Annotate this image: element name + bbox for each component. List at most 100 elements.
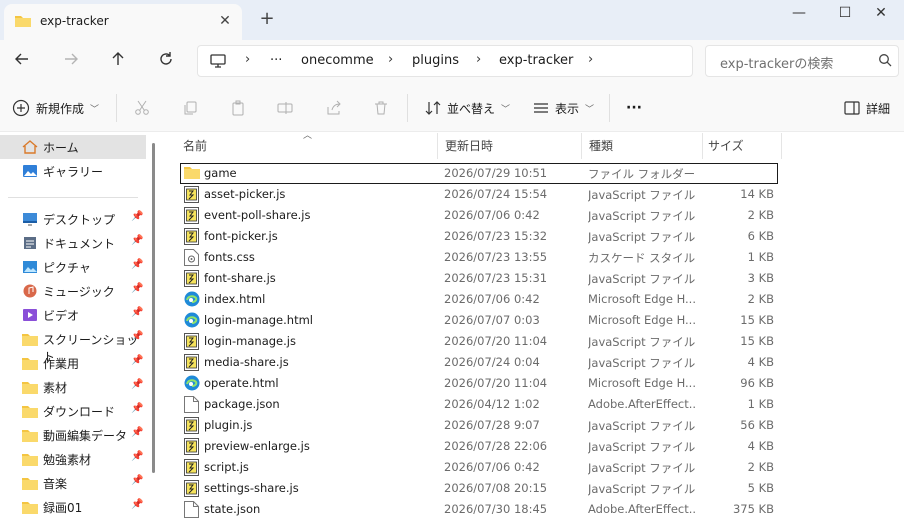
file-row[interactable]: asset-picker.js 2026/07/24 15:54 JavaScrip… xyxy=(180,184,778,205)
breadcrumb-exp-tracker[interactable]: exp-tracker xyxy=(499,53,573,68)
delete-icon[interactable] xyxy=(373,96,389,120)
pin-icon[interactable]: 📌 xyxy=(131,403,143,414)
minimize-button[interactable]: — xyxy=(776,0,822,30)
computer-icon[interactable] xyxy=(210,54,226,71)
column-header-type[interactable]: 種類 xyxy=(589,137,613,154)
pin-icon[interactable]: 📌 xyxy=(131,331,143,342)
file-row[interactable]: font-picker.js 2026/07/23 15:32 JavaScript… xyxy=(180,226,778,247)
pin-icon[interactable]: 📌 xyxy=(131,211,143,222)
sidebar-item-pinned[interactable]: 勉強素材 📌 xyxy=(0,447,146,471)
tab-exp-tracker[interactable]: exp-tracker ✕ xyxy=(4,4,242,40)
search-icon[interactable] xyxy=(878,53,892,70)
file-name: operate.html xyxy=(204,376,279,390)
file-row[interactable]: login-manage.js 2026/07/20 11:04 JavaScrip… xyxy=(180,331,778,352)
chevron-right-icon[interactable]: › xyxy=(588,52,593,67)
sidebar-item-pinned[interactable]: ミュージック 📌 xyxy=(0,279,146,303)
sidebar-item-gallery[interactable]: ギャラリー xyxy=(0,159,146,183)
more-options-button[interactable]: ··· xyxy=(626,96,642,120)
file-row[interactable]: package.json 2026/04/12 1:02 Adobe.AfterEf… xyxy=(180,394,778,415)
file-row[interactable]: state.json 2026/07/30 18:45 Adobe.AfterEff… xyxy=(180,499,778,518)
forward-arrow-icon[interactable] xyxy=(57,50,85,74)
sidebar-item-pinned[interactable]: デスクトップ 📌 xyxy=(0,207,146,231)
file-date: 2026/07/24 15:54 xyxy=(444,187,548,201)
copy-icon[interactable] xyxy=(182,96,198,120)
sidebar-item-pinned[interactable]: ピクチャ 📌 xyxy=(0,255,146,279)
sidebar-item-label: ミュージック xyxy=(43,285,115,299)
pin-icon[interactable]: 📌 xyxy=(131,451,143,462)
new-button[interactable]: 新規作成 ﹀ xyxy=(12,96,99,120)
file-size: 1 KB xyxy=(747,250,774,264)
address-bar[interactable]: › ··· onecomme › plugins › exp-tracker › xyxy=(197,45,693,77)
pin-icon[interactable]: 📌 xyxy=(131,235,143,246)
view-button[interactable]: 表示 ﹀ xyxy=(533,96,594,120)
pin-icon[interactable]: 📌 xyxy=(131,475,143,486)
file-type: JavaScript ファイル xyxy=(588,209,696,223)
file-row[interactable]: login-manage.html 2026/07/07 0:03 Microsof… xyxy=(180,310,778,331)
details-button[interactable]: 詳細 xyxy=(844,96,890,120)
file-row[interactable]: font-share.js 2026/07/23 15:31 JavaScript … xyxy=(180,268,778,289)
chevron-right-icon[interactable]: › xyxy=(245,52,250,67)
file-row[interactable]: game 2026/07/29 10:51 ファイル フォルダー xyxy=(180,163,778,184)
sidebar-item-pinned[interactable]: 素材 📌 xyxy=(0,375,146,399)
sidebar-item-pinned[interactable]: スクリーンショット 📌 xyxy=(0,327,146,364)
file-name: settings-share.js xyxy=(204,481,299,495)
pin-icon[interactable]: 📌 xyxy=(131,259,143,270)
file-type: JavaScript ファイル xyxy=(588,335,696,349)
column-separator[interactable] xyxy=(781,133,782,159)
chevron-right-icon[interactable]: › xyxy=(476,52,481,67)
file-row[interactable]: fonts.css 2026/07/23 13:55 カスケード スタイル シ...… xyxy=(180,247,778,268)
breadcrumb-onecomme[interactable]: onecomme xyxy=(301,53,374,68)
paste-icon[interactable] xyxy=(230,96,246,120)
file-type: Microsoft Edge H... xyxy=(588,376,696,390)
new-tab-button[interactable]: + xyxy=(257,9,277,29)
file-date: 2026/04/12 1:02 xyxy=(444,397,540,411)
pin-icon[interactable]: 📌 xyxy=(131,355,143,366)
file-row[interactable]: preview-enlarge.js 2026/07/28 22:06 JavaSc… xyxy=(180,436,778,457)
refresh-icon[interactable] xyxy=(152,50,180,74)
file-row[interactable]: plugin.js 2026/07/28 9:07 JavaScript ファイル 5… xyxy=(180,415,778,436)
column-separator[interactable] xyxy=(437,133,438,159)
search-box[interactable]: exp-trackerの検索 xyxy=(705,45,899,77)
breadcrumb-ellipsis[interactable]: ··· xyxy=(270,53,282,68)
column-header-size[interactable]: サイズ xyxy=(708,137,744,154)
pin-icon[interactable]: 📌 xyxy=(131,379,143,390)
share-icon[interactable] xyxy=(326,96,342,120)
file-type: カスケード スタイル シ... xyxy=(588,251,696,265)
breadcrumb-plugins[interactable]: plugins xyxy=(412,53,459,68)
column-header-name[interactable]: 名前 xyxy=(183,137,207,154)
sidebar-item-pinned[interactable]: 音楽 📌 xyxy=(0,471,146,495)
file-row[interactable]: event-poll-share.js 2026/07/06 0:42 JavaSc… xyxy=(180,205,778,226)
cut-icon[interactable] xyxy=(134,96,150,120)
search-input[interactable]: exp-trackerの検索 xyxy=(720,53,833,72)
file-row[interactable]: index.html 2026/07/06 0:42 Microsoft Edge … xyxy=(180,289,778,310)
tab-close-icon[interactable]: ✕ xyxy=(216,12,234,30)
file-date: 2026/07/30 18:45 xyxy=(444,502,548,516)
column-separator[interactable] xyxy=(702,133,703,159)
sidebar-item-pinned[interactable]: ビデオ 📌 xyxy=(0,303,146,327)
file-name: event-poll-share.js xyxy=(204,208,311,222)
sidebar-item-pinned[interactable]: ダウンロード 📌 xyxy=(0,399,146,423)
pin-icon[interactable]: 📌 xyxy=(131,307,143,318)
sidebar-item-pinned[interactable]: 作業用 📌 xyxy=(0,351,146,375)
close-window-button[interactable]: ✕ xyxy=(858,0,904,30)
pin-icon[interactable]: 📌 xyxy=(131,499,143,510)
sidebar-item-home[interactable]: ホーム xyxy=(0,135,146,159)
sidebar-item-pinned[interactable]: ドキュメント 📌 xyxy=(0,231,146,255)
file-row[interactable]: media-share.js 2026/07/24 0:04 JavaScript … xyxy=(180,352,778,373)
file-row[interactable]: script.js 2026/07/06 0:42 JavaScript ファイル 2… xyxy=(180,457,778,478)
pin-icon[interactable]: 📌 xyxy=(131,427,143,438)
file-row[interactable]: settings-share.js 2026/07/08 20:15 JavaScr… xyxy=(180,478,778,499)
sort-button[interactable]: 並べ替え ﹀ xyxy=(425,96,510,120)
sidebar-scrollbar[interactable] xyxy=(152,143,155,473)
chevron-right-icon[interactable]: › xyxy=(388,52,393,67)
up-arrow-icon[interactable] xyxy=(104,50,132,74)
column-separator[interactable] xyxy=(581,133,582,159)
sidebar-item-pinned[interactable]: 動画編集データ 📌 xyxy=(0,423,146,447)
javascript-file-icon xyxy=(184,438,200,455)
pin-icon[interactable]: 📌 xyxy=(131,283,143,294)
column-header-date[interactable]: 更新日時 xyxy=(445,137,493,154)
file-row[interactable]: operate.html 2026/07/20 11:04 Microsoft Ed… xyxy=(180,373,778,394)
back-arrow-icon[interactable] xyxy=(8,50,36,74)
rename-icon[interactable] xyxy=(277,96,293,120)
sidebar-item-pinned[interactable]: 録画01 📌 xyxy=(0,495,146,518)
